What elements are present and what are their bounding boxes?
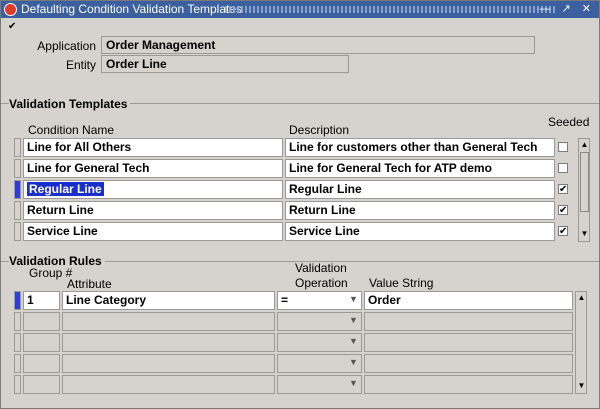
value-string-cell[interactable]: Order bbox=[364, 291, 573, 310]
row-selector-active[interactable] bbox=[14, 180, 21, 199]
scroll-down-icon[interactable]: ▼ bbox=[577, 381, 586, 391]
condition-name-cell[interactable]: Regular Line bbox=[23, 180, 283, 199]
seeded-checkbox[interactable] bbox=[558, 163, 568, 173]
rule-row-selector[interactable] bbox=[14, 375, 21, 394]
seeded-checkbox[interactable]: ✔ bbox=[558, 205, 568, 216]
condition-name-header: Condition Name bbox=[28, 123, 115, 137]
title-bar[interactable]: Defaulting Condition Validation Template… bbox=[1, 1, 599, 18]
attribute-header: Attribute bbox=[67, 277, 112, 291]
header-checkbox[interactable]: ✔ bbox=[8, 22, 18, 32]
entity-field[interactable]: Order Line bbox=[101, 55, 349, 73]
operation-dropdown[interactable]: ▼ bbox=[277, 354, 362, 373]
value-string-cell[interactable] bbox=[364, 312, 573, 331]
group-cell[interactable] bbox=[23, 375, 60, 394]
condition-name-cell[interactable]: Line for All Others bbox=[23, 138, 283, 157]
condition-name-cell[interactable]: Service Line bbox=[23, 222, 283, 241]
row-selector[interactable] bbox=[14, 222, 21, 241]
row-selector[interactable] bbox=[14, 201, 21, 220]
rule-row-selector[interactable] bbox=[14, 354, 21, 373]
dropdown-arrow-icon: ▼ bbox=[349, 315, 358, 325]
rule-row-selector-active[interactable] bbox=[14, 291, 21, 310]
operation-dropdown[interactable]: ▼ bbox=[277, 375, 362, 394]
dropdown-arrow-icon: ▼ bbox=[349, 294, 358, 304]
group-cell[interactable] bbox=[23, 354, 60, 373]
attribute-cell[interactable] bbox=[62, 354, 275, 373]
operation-value: = bbox=[281, 293, 289, 307]
title-grip bbox=[225, 6, 555, 13]
app-icon bbox=[4, 3, 17, 16]
operation-header: Operation bbox=[295, 276, 348, 290]
row-selector[interactable] bbox=[14, 159, 21, 178]
row-selector[interactable] bbox=[14, 138, 21, 157]
operation-dropdown[interactable]: ▼ bbox=[277, 312, 362, 331]
window-title: Defaulting Condition Validation Template… bbox=[21, 2, 243, 16]
value-string-cell[interactable] bbox=[364, 333, 573, 352]
description-cell[interactable]: Line for customers other than General Te… bbox=[285, 138, 555, 157]
dropdown-arrow-icon: ▼ bbox=[349, 378, 358, 388]
attribute-cell[interactable] bbox=[62, 375, 275, 394]
condition-name-cell[interactable]: Line for General Tech bbox=[23, 159, 283, 178]
description-cell[interactable]: Service Line bbox=[285, 222, 555, 241]
description-cell[interactable]: Return Line bbox=[285, 201, 555, 220]
scroll-thumb[interactable] bbox=[580, 152, 589, 212]
scroll-down-icon[interactable]: ▼ bbox=[580, 229, 589, 239]
condition-name-text: Regular Line bbox=[27, 182, 104, 196]
description-cell[interactable]: Line for General Tech for ATP demo bbox=[285, 159, 555, 178]
attribute-cell[interactable]: Line Category bbox=[62, 291, 275, 310]
dropdown-arrow-icon: ▼ bbox=[349, 336, 358, 346]
templates-section-title: Validation Templates bbox=[9, 97, 131, 111]
group-cell[interactable]: 1 bbox=[23, 291, 60, 310]
application-label: Application bbox=[37, 39, 96, 53]
group-cell[interactable] bbox=[23, 312, 60, 331]
seeded-header: Seeded bbox=[548, 115, 590, 129]
rules-scrollbar[interactable]: ▲ ▼ bbox=[575, 291, 587, 394]
value-string-header: Value String bbox=[369, 276, 434, 290]
scroll-up-icon[interactable]: ▲ bbox=[577, 293, 586, 303]
value-string-cell[interactable] bbox=[364, 375, 573, 394]
window: Defaulting Condition Validation Template… bbox=[0, 0, 600, 409]
application-field[interactable]: Order Management bbox=[101, 36, 535, 54]
value-string-cell[interactable] bbox=[364, 354, 573, 373]
attribute-cell[interactable] bbox=[62, 312, 275, 331]
operation-dropdown[interactable]: = ▼ bbox=[277, 291, 362, 310]
seeded-checkbox[interactable]: ✔ bbox=[558, 184, 568, 195]
seeded-checkbox[interactable]: ✔ bbox=[558, 226, 568, 237]
group-header: Group # bbox=[29, 266, 73, 280]
dropdown-arrow-icon: ▼ bbox=[349, 357, 358, 367]
entity-label: Entity bbox=[65, 58, 96, 72]
window-controls[interactable]: — ↗ ✕ bbox=[539, 2, 595, 15]
seeded-checkbox[interactable] bbox=[558, 142, 568, 152]
condition-name-cell[interactable]: Return Line bbox=[23, 201, 283, 220]
description-header: Description bbox=[289, 123, 350, 137]
attribute-cell[interactable] bbox=[62, 333, 275, 352]
validation-header: Validation bbox=[295, 261, 347, 275]
templates-scrollbar[interactable]: ▲ ▼ bbox=[578, 138, 590, 242]
rule-row-selector[interactable] bbox=[14, 312, 21, 331]
scroll-up-icon[interactable]: ▲ bbox=[580, 140, 589, 150]
group-cell[interactable] bbox=[23, 333, 60, 352]
operation-dropdown[interactable]: ▼ bbox=[277, 333, 362, 352]
rule-row-selector[interactable] bbox=[14, 333, 21, 352]
description-cell[interactable]: Regular Line bbox=[285, 180, 555, 199]
